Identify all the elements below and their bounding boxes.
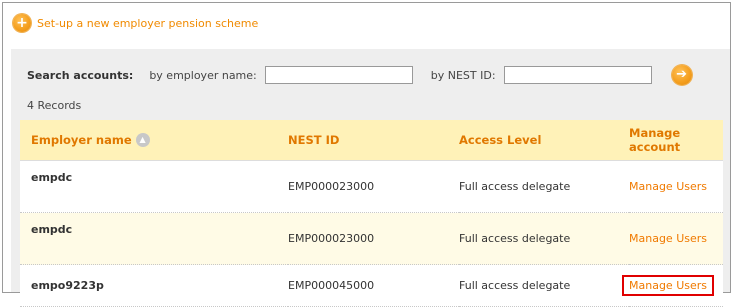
table-row: empdc EMP000023000 Full access delegate … (20, 160, 723, 213)
manage-account-cell: Manage Users (629, 212, 723, 265)
plus-icon: + (13, 14, 31, 32)
new-scheme-label[interactable]: Set-up a new employer pension scheme (37, 17, 258, 30)
table-row: empo9223p EMP000045000 Full access deleg… (20, 264, 723, 307)
access-level-cell: Full access delegate (459, 264, 629, 307)
nest-id-cell: EMP000023000 (288, 160, 459, 213)
manage-users-link[interactable]: Manage Users (629, 180, 707, 193)
manage-account-cell: Manage Users (629, 160, 723, 213)
access-level-cell: Full access delegate (459, 160, 629, 213)
nest-id-cell: EMP000045000 (288, 264, 459, 307)
manage-users-link[interactable]: Manage Users (629, 232, 707, 245)
employer-name-cell: empdc (20, 160, 288, 213)
employer-name-cell: empdc (20, 212, 288, 265)
page-frame: + Set-up a new employer pension scheme S… (2, 2, 731, 307)
header-manage-account: Manage account (629, 120, 723, 161)
employer-name-label: by employer name: (149, 68, 257, 82)
search-bar: Search accounts: by employer name: by NE… (27, 65, 692, 85)
nest-id-cell: EMP000023000 (288, 212, 459, 265)
accounts-table: Employer name ▲ NEST ID Access Level Mana… (20, 120, 723, 307)
employer-name-input[interactable] (264, 66, 413, 84)
header-access-level: Access Level (459, 120, 629, 161)
table-header-row: Employer name ▲ NEST ID Access Level Mana… (20, 120, 723, 161)
header-nest-id: NEST ID (288, 120, 459, 161)
accounts-panel: Search accounts: by employer name: by NE… (11, 49, 730, 307)
search-title: Search accounts: (27, 68, 134, 82)
search-go-button[interactable]: ➔ (671, 65, 692, 85)
nest-id-label: by NEST ID: (430, 68, 496, 82)
arrow-right-icon: ➔ (676, 67, 688, 82)
records-count: 4 Records (27, 99, 82, 112)
manage-account-cell: Manage Users (622, 264, 723, 307)
header-employer-name-label: Employer name (31, 132, 132, 147)
employer-name-cell: empo9223p (20, 264, 288, 307)
manage-users-link[interactable]: Manage Users (622, 275, 714, 296)
table-row: empdc EMP000023000 Full access delegate … (20, 212, 723, 265)
nest-id-input[interactable] (503, 66, 652, 84)
sort-ascending-icon[interactable]: ▲ (135, 133, 150, 148)
new-scheme-link[interactable]: + Set-up a new employer pension scheme (13, 13, 258, 33)
access-level-cell: Full access delegate (459, 212, 629, 265)
header-employer-name[interactable]: Employer name ▲ (20, 120, 288, 161)
